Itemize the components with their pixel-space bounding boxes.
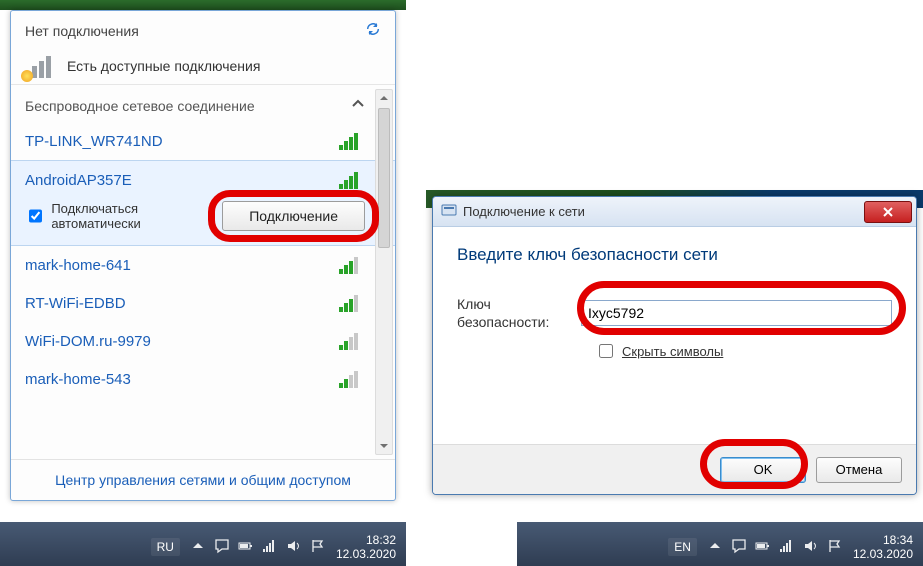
action-center-icon[interactable] [214,538,230,557]
volume-icon[interactable] [803,538,819,557]
wireless-section-title[interactable]: Беспроводное сетевое соединение [11,91,395,122]
signal-icon [339,332,365,350]
taskbar-right[interactable]: EN 18:34 12.03.2020 [517,522,923,566]
taskbar-left[interactable]: RU 18:32 12.03.2020 [0,522,406,566]
network-flyout: Нет подключения Есть доступные подключен… [10,10,396,501]
network-ssid: mark-home-543 [25,371,131,388]
network-center-link[interactable]: Центр управления сетями и общим доступом [55,472,351,488]
network-item[interactable]: RT-WiFi-EDBD [11,284,395,322]
dialog-body: Введите ключ безопасности сети Ключ безо… [433,227,916,444]
language-indicator[interactable]: RU [151,538,180,556]
network-item[interactable]: WiFi-DOM.ru-9979 [11,322,395,360]
signal-icon [339,370,365,388]
dialog-icon [441,202,457,221]
connect-button[interactable]: Подключение [222,201,365,231]
flyout-footer: Центр управления сетями и общим доступом [11,459,395,500]
cancel-button[interactable]: Отмена [816,457,902,483]
clock-date: 12.03.2020 [336,547,396,561]
language-indicator[interactable]: EN [668,538,697,556]
network-item[interactable]: mark-home-641 [11,246,395,284]
hide-chars-input[interactable] [599,344,613,358]
network-tray-icon[interactable] [262,538,278,557]
signal-icon [339,256,365,274]
clock-time: 18:32 [366,533,396,547]
chevron-up-icon [351,97,365,114]
hide-chars-checkbox[interactable]: Скрыть символы [595,341,892,361]
clock-date: 12.03.2020 [853,547,913,561]
clock[interactable]: 18:32 12.03.2020 [336,533,396,562]
tray-up-icon[interactable] [707,538,723,557]
ok-button[interactable]: OK [720,457,806,483]
system-tray[interactable] [190,538,326,557]
auto-connect-input[interactable] [29,209,42,223]
refresh-icon[interactable] [365,21,381,40]
flag-icon[interactable] [310,538,326,557]
network-ssid: RT-WiFi-EDBD [25,295,126,312]
security-key-label: Ключ безопасности: [457,295,567,331]
flag-icon[interactable] [827,538,843,557]
close-button[interactable] [864,201,912,223]
desktop-background [0,0,406,10]
dialog-titlebar[interactable]: Подключение к сети [433,197,916,227]
dialog-heading: Введите ключ безопасности сети [457,245,892,265]
battery-icon[interactable] [238,538,254,557]
dialog-region: Подключение к сети Введите ключ безопасн… [426,190,923,501]
network-ssid: TP-LINK_WR741ND [25,133,163,150]
clock[interactable]: 18:34 12.03.2020 [853,533,913,562]
available-connections-label: Есть доступные подключения [67,58,260,74]
security-dialog: Подключение к сети Введите ключ безопасн… [432,196,917,495]
battery-icon[interactable] [755,538,771,557]
signal-status-icon [25,54,57,78]
auto-connect-label: Подключаться автоматически [51,201,222,231]
scroll-thumb[interactable] [378,108,390,248]
scrollbar[interactable] [375,89,393,455]
flyout-body: Беспроводное сетевое соединение TP-LINK_… [11,85,395,459]
network-ssid: AndroidAP357E [25,172,132,189]
tray-up-icon[interactable] [190,538,206,557]
network-item-selected[interactable]: AndroidAP357E Подключаться автоматически… [11,160,395,246]
flyout-header: Нет подключения Есть доступные подключен… [11,11,395,85]
dialog-footer: OK Отмена [433,444,916,494]
dialog-title-text: Подключение к сети [463,204,585,219]
security-key-input[interactable] [581,300,892,326]
scroll-up-button[interactable] [376,90,392,106]
signal-icon [339,294,365,312]
signal-icon [339,171,365,189]
clock-time: 18:34 [883,533,913,547]
no-connection-label: Нет подключения [25,23,139,39]
hide-chars-label: Скрыть символы [622,344,723,359]
auto-connect-checkbox[interactable]: Подключаться автоматически [25,201,222,231]
network-ssid: WiFi-DOM.ru-9979 [25,333,151,350]
network-item[interactable]: mark-home-543 [11,360,395,398]
network-tray-icon[interactable] [779,538,795,557]
volume-icon[interactable] [286,538,302,557]
signal-icon [339,132,365,150]
network-ssid: mark-home-641 [25,257,131,274]
system-tray[interactable] [707,538,843,557]
action-center-icon[interactable] [731,538,747,557]
network-item[interactable]: TP-LINK_WR741ND [11,122,395,160]
scroll-down-button[interactable] [376,438,392,454]
